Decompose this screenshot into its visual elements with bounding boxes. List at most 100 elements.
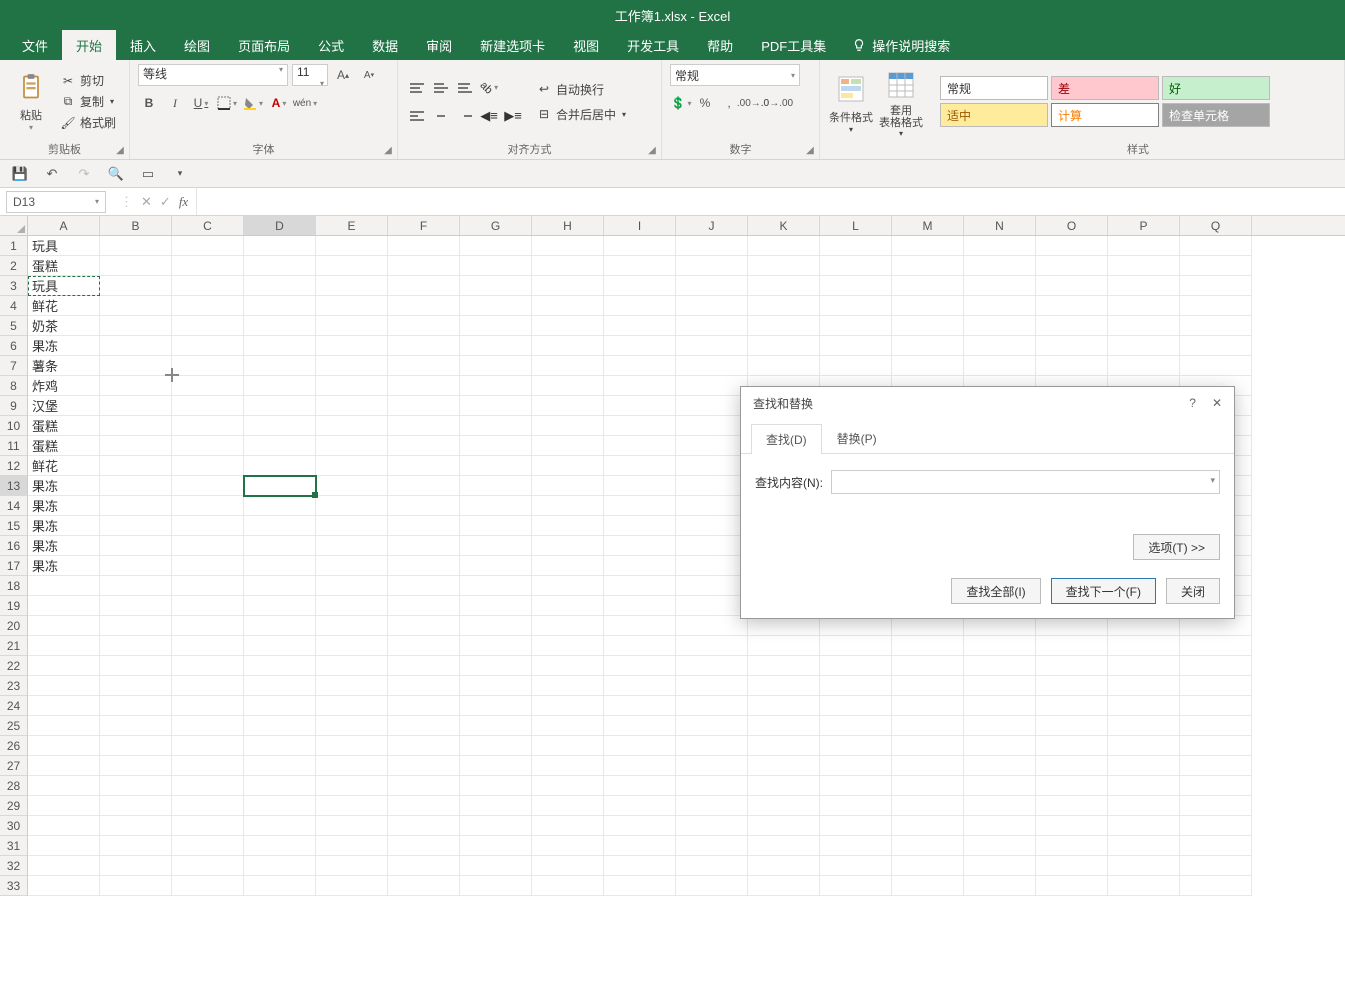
cell-F33[interactable] xyxy=(388,876,460,896)
cell-D15[interactable] xyxy=(244,516,316,536)
cell-E32[interactable] xyxy=(316,856,388,876)
cell-G23[interactable] xyxy=(460,676,532,696)
cell-D31[interactable] xyxy=(244,836,316,856)
cell-K26[interactable] xyxy=(748,736,820,756)
row-header-1[interactable]: 1 xyxy=(0,236,28,256)
cell-H25[interactable] xyxy=(532,716,604,736)
copy-button[interactable]: ⧉复制▾ xyxy=(58,92,118,111)
cell-E30[interactable] xyxy=(316,816,388,836)
col-header-M[interactable]: M xyxy=(892,216,964,235)
cell-M25[interactable] xyxy=(892,716,964,736)
cell-M22[interactable] xyxy=(892,656,964,676)
cell-I9[interactable] xyxy=(604,396,676,416)
cell-O5[interactable] xyxy=(1036,316,1108,336)
cell-I7[interactable] xyxy=(604,356,676,376)
col-header-I[interactable]: I xyxy=(604,216,676,235)
cell-K5[interactable] xyxy=(748,316,820,336)
cell-I25[interactable] xyxy=(604,716,676,736)
cell-I3[interactable] xyxy=(604,276,676,296)
cell-H2[interactable] xyxy=(532,256,604,276)
row-header-19[interactable]: 19 xyxy=(0,596,28,616)
row-header-27[interactable]: 27 xyxy=(0,756,28,776)
cell-A12[interactable]: 鲜花 xyxy=(28,456,100,476)
cell-K23[interactable] xyxy=(748,676,820,696)
cell-B26[interactable] xyxy=(100,736,172,756)
cell-A33[interactable] xyxy=(28,876,100,896)
col-header-H[interactable]: H xyxy=(532,216,604,235)
clipboard-dialog-launcher[interactable]: ◢ xyxy=(113,143,127,157)
cell-A28[interactable] xyxy=(28,776,100,796)
cell-C27[interactable] xyxy=(172,756,244,776)
cell-H30[interactable] xyxy=(532,816,604,836)
cell-B3[interactable] xyxy=(100,276,172,296)
cell-I5[interactable] xyxy=(604,316,676,336)
cell-G30[interactable] xyxy=(460,816,532,836)
cell-N4[interactable] xyxy=(964,296,1036,316)
cell-M4[interactable] xyxy=(892,296,964,316)
find-input[interactable] xyxy=(831,470,1220,494)
cell-A27[interactable] xyxy=(28,756,100,776)
cell-H8[interactable] xyxy=(532,376,604,396)
col-header-N[interactable]: N xyxy=(964,216,1036,235)
cell-E29[interactable] xyxy=(316,796,388,816)
cell-G7[interactable] xyxy=(460,356,532,376)
col-header-O[interactable]: O xyxy=(1036,216,1108,235)
cell-L25[interactable] xyxy=(820,716,892,736)
cell-B6[interactable] xyxy=(100,336,172,356)
cell-A22[interactable] xyxy=(28,656,100,676)
cell-P32[interactable] xyxy=(1108,856,1180,876)
cell-H1[interactable] xyxy=(532,236,604,256)
alignment-dialog-launcher[interactable]: ◢ xyxy=(645,143,659,157)
cell-H28[interactable] xyxy=(532,776,604,796)
cell-I28[interactable] xyxy=(604,776,676,796)
cell-E18[interactable] xyxy=(316,576,388,596)
tab-review[interactable]: 审阅 xyxy=(412,30,466,60)
cell-G10[interactable] xyxy=(460,416,532,436)
accept-formula-button[interactable]: ✓ xyxy=(160,194,171,210)
cell-B31[interactable] xyxy=(100,836,172,856)
cell-C8[interactable] xyxy=(172,376,244,396)
cell-D30[interactable] xyxy=(244,816,316,836)
cell-N22[interactable] xyxy=(964,656,1036,676)
dialog-tab-replace[interactable]: 替换(P) xyxy=(822,423,892,453)
cell-Q2[interactable] xyxy=(1180,256,1252,276)
cell-L21[interactable] xyxy=(820,636,892,656)
cell-H10[interactable] xyxy=(532,416,604,436)
cell-C1[interactable] xyxy=(172,236,244,256)
cell-L3[interactable] xyxy=(820,276,892,296)
cell-M5[interactable] xyxy=(892,316,964,336)
font-name-select[interactable]: 等线▾ xyxy=(138,64,288,86)
cell-L24[interactable] xyxy=(820,696,892,716)
cell-N30[interactable] xyxy=(964,816,1036,836)
cell-Q33[interactable] xyxy=(1180,876,1252,896)
cell-B21[interactable] xyxy=(100,636,172,656)
cell-J4[interactable] xyxy=(676,296,748,316)
cell-H14[interactable] xyxy=(532,496,604,516)
cell-B24[interactable] xyxy=(100,696,172,716)
cell-A29[interactable] xyxy=(28,796,100,816)
cell-J21[interactable] xyxy=(676,636,748,656)
cell-I8[interactable] xyxy=(604,376,676,396)
cell-F28[interactable] xyxy=(388,776,460,796)
col-header-A[interactable]: A xyxy=(28,216,100,235)
row-header-30[interactable]: 30 xyxy=(0,816,28,836)
cell-O23[interactable] xyxy=(1036,676,1108,696)
cell-E22[interactable] xyxy=(316,656,388,676)
cell-G27[interactable] xyxy=(460,756,532,776)
row-header-16[interactable]: 16 xyxy=(0,536,28,556)
cell-H21[interactable] xyxy=(532,636,604,656)
cell-J6[interactable] xyxy=(676,336,748,356)
style-bad[interactable]: 差 xyxy=(1051,76,1159,100)
cell-F7[interactable] xyxy=(388,356,460,376)
align-center-button[interactable] xyxy=(430,105,452,127)
cell-M28[interactable] xyxy=(892,776,964,796)
cell-I16[interactable] xyxy=(604,536,676,556)
cell-E23[interactable] xyxy=(316,676,388,696)
row-header-33[interactable]: 33 xyxy=(0,876,28,896)
cell-Q4[interactable] xyxy=(1180,296,1252,316)
col-header-L[interactable]: L xyxy=(820,216,892,235)
cell-Q23[interactable] xyxy=(1180,676,1252,696)
cell-J32[interactable] xyxy=(676,856,748,876)
cell-I12[interactable] xyxy=(604,456,676,476)
number-dialog-launcher[interactable]: ◢ xyxy=(803,143,817,157)
